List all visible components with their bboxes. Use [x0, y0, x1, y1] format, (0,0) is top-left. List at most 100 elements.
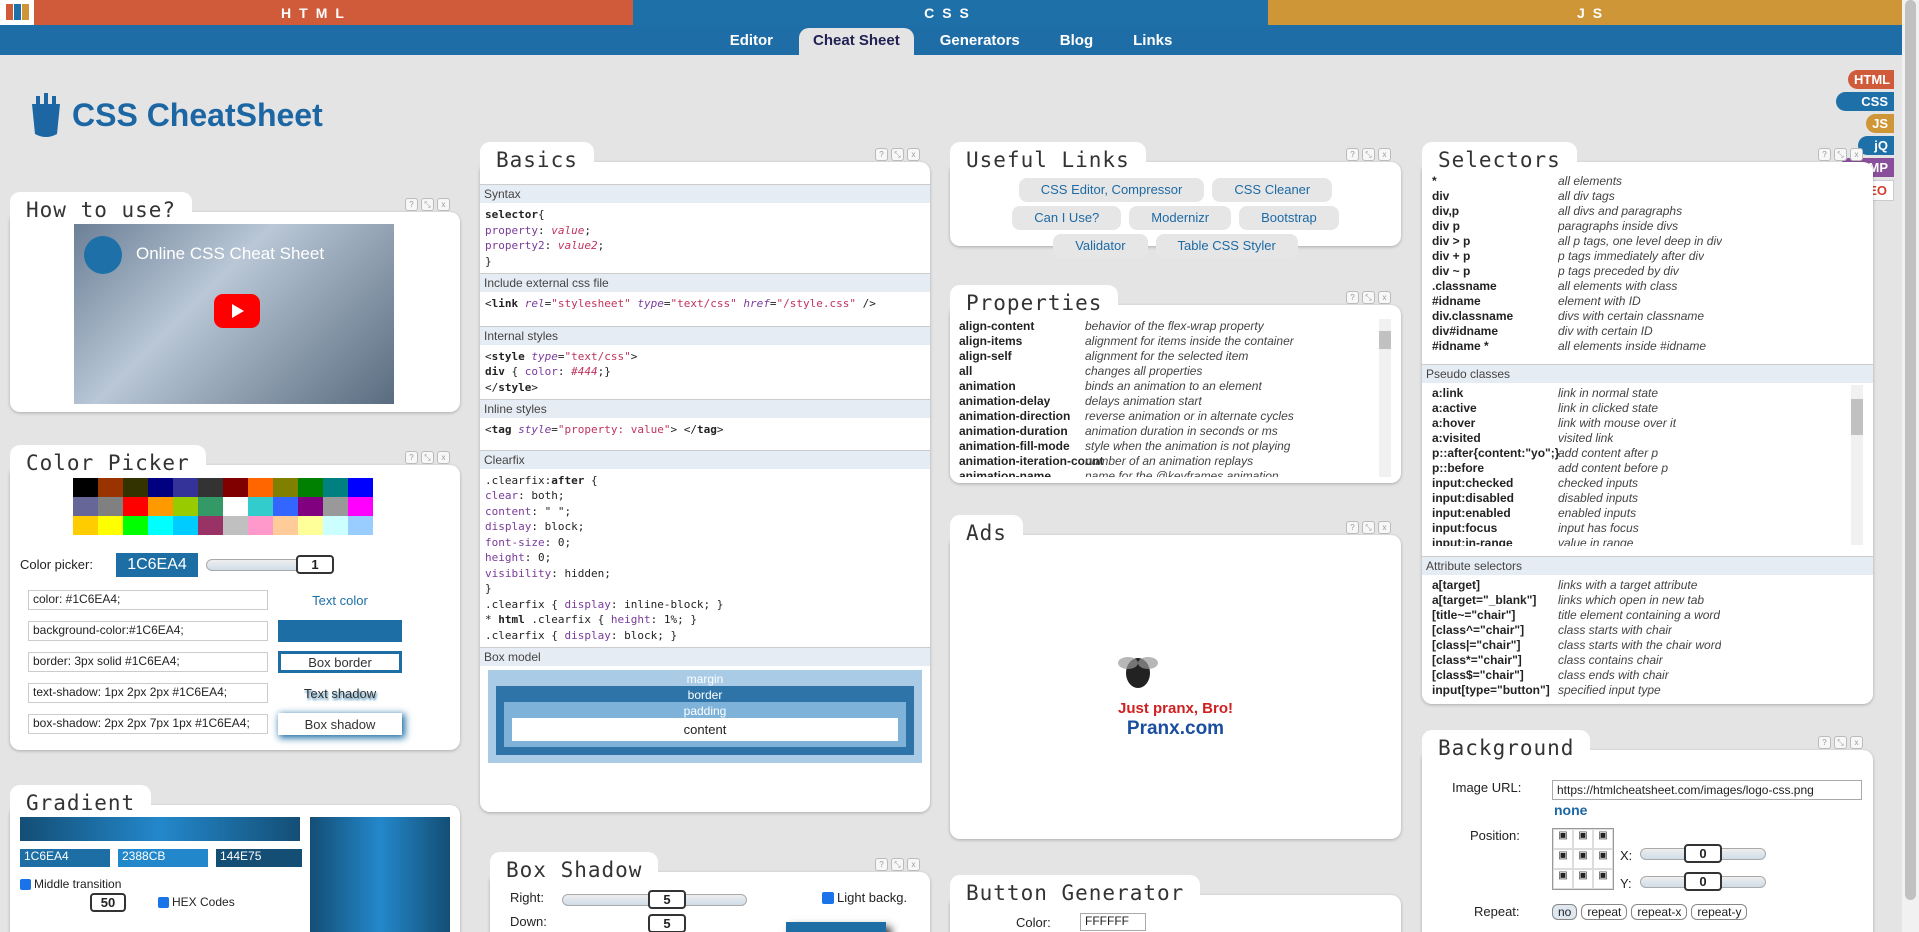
color-swatch[interactable] [248, 478, 273, 497]
badge-css[interactable]: CSS [1836, 92, 1894, 111]
light-background-option[interactable]: Light backg. [822, 890, 907, 905]
html-category-tab[interactable]: HTML [0, 0, 633, 25]
middle-transition-option[interactable]: Middle transition [20, 877, 121, 891]
color-swatch[interactable] [123, 516, 148, 535]
color-swatch[interactable] [273, 478, 298, 497]
help-icon[interactable]: ? [875, 148, 888, 161]
button-color-input[interactable]: FFFFFF [1080, 913, 1146, 931]
position-y-value[interactable]: 0 [1684, 872, 1722, 891]
link-css-cleaner[interactable]: CSS Cleaner [1212, 178, 1333, 202]
badge-js[interactable]: JS [1866, 114, 1894, 133]
tab-blog[interactable]: Blog [1046, 28, 1107, 55]
properties-scrollbar[interactable] [1379, 319, 1391, 477]
color-swatch[interactable] [73, 478, 98, 497]
help-icon[interactable]: ? [1346, 291, 1359, 304]
box-border-css-output[interactable]: border: 3px solid #1C6EA4; [28, 652, 268, 672]
shadow-down-value[interactable]: 5 [648, 914, 686, 932]
box-shadow-css-output[interactable]: box-shadow: 2px 2px 7px 1px #1C6EA4; [28, 714, 268, 734]
close-icon[interactable]: x [1850, 148, 1863, 161]
color-swatch[interactable] [223, 516, 248, 535]
help-icon[interactable]: ? [1818, 148, 1831, 161]
repeat-y-toggle[interactable]: repeat-y [1691, 904, 1748, 920]
color-swatch[interactable] [98, 478, 123, 497]
tab-cheat-sheet[interactable]: Cheat Sheet [799, 28, 914, 55]
tab-editor[interactable]: Editor [716, 28, 787, 55]
color-swatch[interactable] [348, 516, 373, 535]
color-swatch[interactable] [123, 478, 148, 497]
repeat-x-toggle[interactable]: repeat-x [1631, 904, 1688, 920]
color-swatch[interactable] [198, 478, 223, 497]
close-icon[interactable]: x [1378, 291, 1391, 304]
image-url-input[interactable]: https://htmlcheatsheet.com/images/logo-c… [1552, 780, 1862, 800]
color-swatch[interactable] [173, 516, 198, 535]
color-swatch[interactable] [248, 516, 273, 535]
color-swatch[interactable] [98, 516, 123, 535]
page-scrollbar[interactable] [1902, 0, 1919, 932]
color-swatch[interactable] [298, 497, 323, 516]
play-button[interactable] [214, 294, 260, 328]
color-swatch[interactable] [323, 497, 348, 516]
ad-tagline[interactable]: Just pranx, Bro! [950, 700, 1401, 717]
color-swatch[interactable] [248, 497, 273, 516]
color-swatch[interactable] [123, 497, 148, 516]
color-swatch[interactable] [273, 497, 298, 516]
text-color-css-output[interactable]: color: #1C6EA4; [28, 590, 268, 610]
help-icon[interactable]: ? [405, 451, 418, 464]
scrollbar-thumb[interactable] [1905, 0, 1916, 900]
link-can-i-use[interactable]: Can I Use? [1012, 206, 1122, 230]
color-hex-display[interactable]: 1C6EA4 [116, 553, 198, 577]
help-icon[interactable]: ? [875, 858, 888, 871]
link-bootstrap[interactable]: Bootstrap [1239, 206, 1339, 230]
color-swatch[interactable] [198, 497, 223, 516]
expand-icon[interactable]: ⤡ [1362, 521, 1375, 534]
expand-icon[interactable]: ⤡ [421, 451, 434, 464]
checkbox-checked-icon[interactable] [158, 896, 169, 908]
color-swatch[interactable] [73, 516, 98, 535]
youtube-video[interactable]: Online CSS Cheat Sheet [74, 224, 394, 404]
repeat-toggle[interactable]: repeat [1581, 904, 1628, 920]
ad-site-name[interactable]: Pranx.com [950, 718, 1401, 740]
close-icon[interactable]: x [1378, 521, 1391, 534]
close-icon[interactable]: x [907, 148, 920, 161]
background-none-link[interactable]: none [1554, 802, 1587, 818]
repeat-no-toggle[interactable]: no [1552, 904, 1578, 920]
close-icon[interactable]: x [437, 198, 450, 211]
expand-icon[interactable]: ⤡ [421, 198, 434, 211]
tab-generators[interactable]: Generators [926, 28, 1034, 55]
help-icon[interactable]: ? [405, 198, 418, 211]
expand-icon[interactable]: ⤡ [1834, 736, 1847, 749]
color-swatch[interactable] [98, 497, 123, 516]
color-swatch[interactable] [223, 497, 248, 516]
close-icon[interactable]: x [1850, 736, 1863, 749]
color-swatch[interactable] [148, 497, 173, 516]
css-category-tab[interactable]: CSS [633, 0, 1268, 25]
color-swatch[interactable] [348, 478, 373, 497]
checkbox-checked-icon[interactable] [20, 878, 31, 890]
expand-icon[interactable]: ⤡ [891, 148, 904, 161]
help-icon[interactable]: ? [1346, 521, 1359, 534]
pseudo-scrollbar[interactable] [1851, 385, 1863, 545]
expand-icon[interactable]: ⤡ [891, 858, 904, 871]
color-swatch[interactable] [173, 497, 198, 516]
background-preview-button[interactable]: Background [278, 620, 402, 642]
position-grid[interactable]: ▣ ▣ ▣ ▣ ▣ ▣ ▣ ▣ ▣ [1552, 828, 1614, 890]
color-swatch[interactable] [173, 478, 198, 497]
text-color-preview-button[interactable]: Text color [278, 589, 402, 611]
text-shadow-css-output[interactable]: text-shadow: 1px 2px 2px #1C6EA4; [28, 683, 268, 703]
link-modernizr[interactable]: Modernizr [1129, 206, 1232, 230]
color-swatch[interactable] [298, 516, 323, 535]
badge-jquery[interactable]: jQ [1858, 136, 1894, 155]
position-x-value[interactable]: 0 [1684, 844, 1722, 863]
hex-codes-option[interactable]: HEX Codes [158, 895, 235, 909]
gradient-color-3[interactable]: 144E75 [216, 849, 302, 867]
color-slider-value[interactable]: 1 [296, 555, 334, 574]
close-icon[interactable]: x [907, 858, 920, 871]
color-swatch[interactable] [323, 478, 348, 497]
badge-html[interactable]: HTML [1848, 70, 1894, 89]
expand-icon[interactable]: ⤡ [1362, 148, 1375, 161]
link-css-editor[interactable]: CSS Editor, Compressor [1018, 178, 1205, 202]
gradient-color-1[interactable]: 1C6EA4 [20, 849, 110, 867]
close-icon[interactable]: x [437, 451, 450, 464]
color-swatch[interactable] [223, 478, 248, 497]
background-css-output[interactable]: background-color:#1C6EA4; [28, 621, 268, 641]
